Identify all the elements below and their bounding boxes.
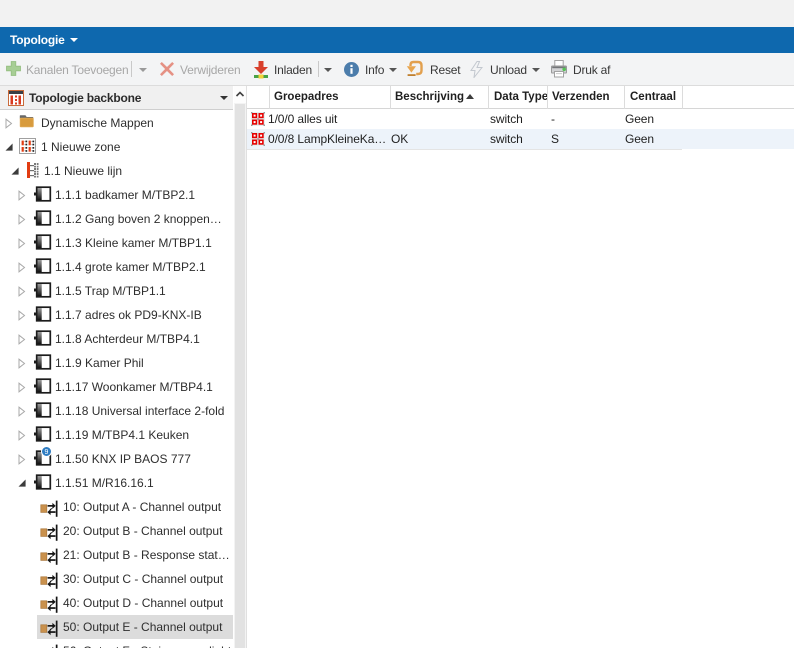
svg-text:9: 9 xyxy=(45,449,49,456)
